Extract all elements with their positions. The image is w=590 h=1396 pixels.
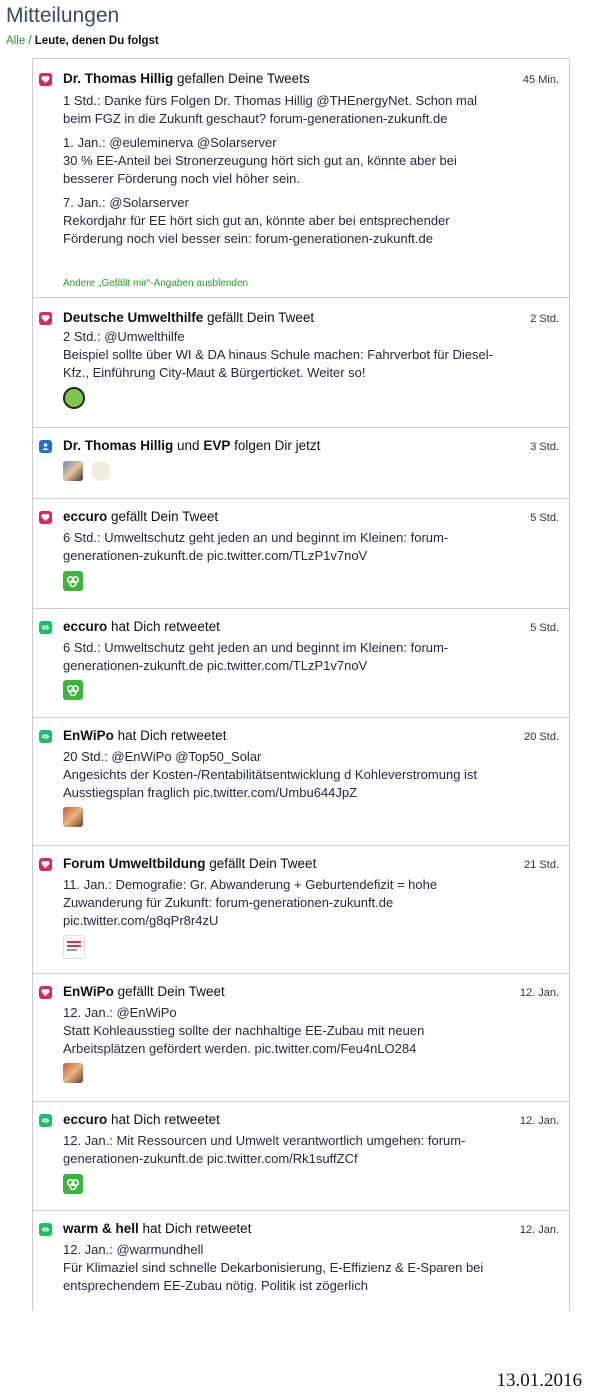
actor-name[interactable]: EVP <box>203 438 230 453</box>
heart-icon <box>39 858 52 871</box>
tweet-text[interactable]: 20 Std.: @EnWiPo @Top50_Solar Angesichts… <box>63 748 493 802</box>
heart-icon <box>39 986 52 999</box>
action-text: gefällt Dein Tweet <box>205 856 317 871</box>
actor-name[interactable]: EnWiPo <box>63 728 114 743</box>
avatar[interactable] <box>63 387 85 409</box>
tweet-text[interactable]: 12. Jan.: @warmundhell Für Klimaziel sin… <box>63 1241 493 1295</box>
notification-header: eccuro hat Dich retweetet <box>63 619 220 634</box>
action-text: hat Dich retweetet <box>138 1221 252 1236</box>
tweet-text[interactable]: 6 Std.: Umweltschutz geht jeden an und b… <box>63 639 493 675</box>
actor-name[interactable]: Forum Umweltbildung <box>63 856 206 871</box>
notification-item[interactable]: EnWiPo hat Dich retweetet 20 Std. 20 Std… <box>33 718 569 846</box>
print-date-stamp: 13.01.2016 <box>496 1370 583 1391</box>
notification-item[interactable]: Dr. Thomas Hillig gefallen Deine Tweets … <box>33 59 569 298</box>
timestamp: 45 Min. <box>522 74 559 86</box>
retweet-icon <box>39 730 52 743</box>
tweet-text[interactable]: 11. Jan.: Demografie: Gr. Abwanderung + … <box>63 876 493 930</box>
timestamp: 12. Jan. <box>519 1224 559 1236</box>
filter-bar: Alle / Leute, denen Du folgst <box>6 35 159 47</box>
avatar[interactable] <box>91 461 111 481</box>
retweet-icon <box>39 621 52 634</box>
actor-name[interactable]: eccuro <box>63 619 107 634</box>
retweet-icon <box>39 1223 52 1236</box>
action-text: hat Dich retweetet <box>113 728 227 743</box>
tweet-text[interactable]: 7. Jan.: @Solarserver Rekordjahr für EE … <box>63 194 493 248</box>
timestamp: 12. Jan. <box>519 987 559 999</box>
timestamp: 12. Jan. <box>519 1115 559 1127</box>
notification-item[interactable]: eccuro gefällt Dein Tweet 5 Std. 6 Std.:… <box>33 499 569 609</box>
notification-header: EnWiPo gefällt Dein Tweet <box>63 984 225 999</box>
notification-item[interactable]: Dr. Thomas Hillig und EVP folgen Dir jet… <box>33 428 569 499</box>
actor-name[interactable]: Deutsche Umwelthilfe <box>63 310 203 325</box>
actor-name[interactable]: eccuro <box>63 509 107 524</box>
timestamp: 3 Std. <box>530 441 559 453</box>
avatar[interactable] <box>63 571 83 591</box>
tweet-text[interactable]: 1. Jan.: @euleminerva @Solarserver 30 % … <box>63 134 493 188</box>
notification-item[interactable]: Deutsche Umwelthilfe gefällt Dein Tweet … <box>33 298 569 428</box>
notification-header: EnWiPo hat Dich retweetet <box>63 728 226 743</box>
action-text: folgen Dir jetzt <box>230 438 321 453</box>
actor-name[interactable]: EnWiPo <box>63 984 114 999</box>
timestamp: 5 Std. <box>530 512 559 524</box>
notification-item[interactable]: eccuro hat Dich retweetet 12. Jan. 12. J… <box>33 1102 569 1211</box>
tweet-text[interactable]: 12. Jan.: Mit Ressourcen und Umwelt vera… <box>63 1132 493 1168</box>
notification-item[interactable]: Forum Umweltbildung gefällt Dein Tweet 2… <box>33 846 569 974</box>
timestamp: 5 Std. <box>530 622 559 634</box>
notification-header: Dr. Thomas Hillig gefallen Deine Tweets <box>63 71 310 86</box>
timestamp: 21 Std. <box>524 859 559 871</box>
tweet-text[interactable]: 2 Std.: @Umwelthilfe Beispiel sollte übe… <box>63 328 493 382</box>
avatar[interactable] <box>63 807 83 827</box>
tweet-text[interactable]: 1 Std.: Danke fürs Folgen Dr. Thomas Hil… <box>63 92 493 128</box>
notification-item[interactable]: warm & hell hat Dich retweetet 12. Jan. … <box>33 1211 569 1311</box>
heart-icon <box>39 312 52 325</box>
action-text: gefällt Dein Tweet <box>113 984 225 999</box>
action-text: hat Dich retweetet <box>107 619 220 634</box>
filter-following-link[interactable]: Leute, denen Du folgst <box>35 35 159 47</box>
action-text: gefällt Dein Tweet <box>107 509 219 524</box>
page-title: Mitteilungen <box>6 4 120 27</box>
tweet-text[interactable]: 6 Std.: Umweltschutz geht jeden an und b… <box>63 529 493 565</box>
notification-list: Dr. Thomas Hillig gefallen Deine Tweets … <box>32 58 570 1311</box>
timestamp: 20 Std. <box>524 731 559 743</box>
avatar[interactable] <box>63 935 85 959</box>
actor-name[interactable]: Dr. Thomas Hillig <box>63 71 173 86</box>
notification-header: warm & hell hat Dich retweetet <box>63 1221 251 1236</box>
page-header: Mitteilungen Alle / Leute, denen Du folg… <box>0 0 568 58</box>
tweet-list: 1 Std.: Danke fürs Folgen Dr. Thomas Hil… <box>63 92 493 254</box>
avatar[interactable] <box>63 1063 83 1083</box>
retweet-icon <box>39 1114 52 1127</box>
notification-header: Dr. Thomas Hillig und EVP folgen Dir jet… <box>63 438 320 453</box>
actor-name[interactable]: eccuro <box>63 1112 107 1127</box>
notification-header: Deutsche Umwelthilfe gefällt Dein Tweet <box>63 310 314 325</box>
actor-name[interactable]: warm & hell <box>63 1221 139 1236</box>
action-text: gefallen Deine Tweets <box>173 71 310 86</box>
heart-icon <box>39 511 52 524</box>
timestamp: 2 Std. <box>530 313 559 325</box>
person-icon <box>39 440 52 453</box>
action-text: hat Dich retweetet <box>107 1112 220 1127</box>
heart-icon <box>39 73 52 86</box>
filter-all-link[interactable]: Alle <box>6 35 25 47</box>
notification-item[interactable]: eccuro hat Dich retweetet 5 Std. 6 Std.:… <box>33 609 569 718</box>
avatar[interactable] <box>63 1174 83 1194</box>
filter-separator: / <box>28 35 32 47</box>
notification-item[interactable]: EnWiPo gefällt Dein Tweet 12. Jan. 12. J… <box>33 974 569 1102</box>
avatar[interactable] <box>63 680 83 700</box>
tweet-text[interactable]: 12. Jan.: @EnWiPo Statt Kohleausstieg so… <box>63 1004 493 1058</box>
hide-likes-link[interactable]: Andere „Gefällt mir“-Angaben ausblenden <box>63 278 248 289</box>
notification-header: Forum Umweltbildung gefällt Dein Tweet <box>63 856 316 871</box>
notification-header: eccuro gefällt Dein Tweet <box>63 509 218 524</box>
action-text: und <box>173 438 204 453</box>
action-text: gefällt Dein Tweet <box>203 310 315 325</box>
avatar[interactable] <box>63 461 83 481</box>
actor-name[interactable]: Dr. Thomas Hillig <box>63 438 173 453</box>
notification-header: eccuro hat Dich retweetet <box>63 1112 220 1127</box>
